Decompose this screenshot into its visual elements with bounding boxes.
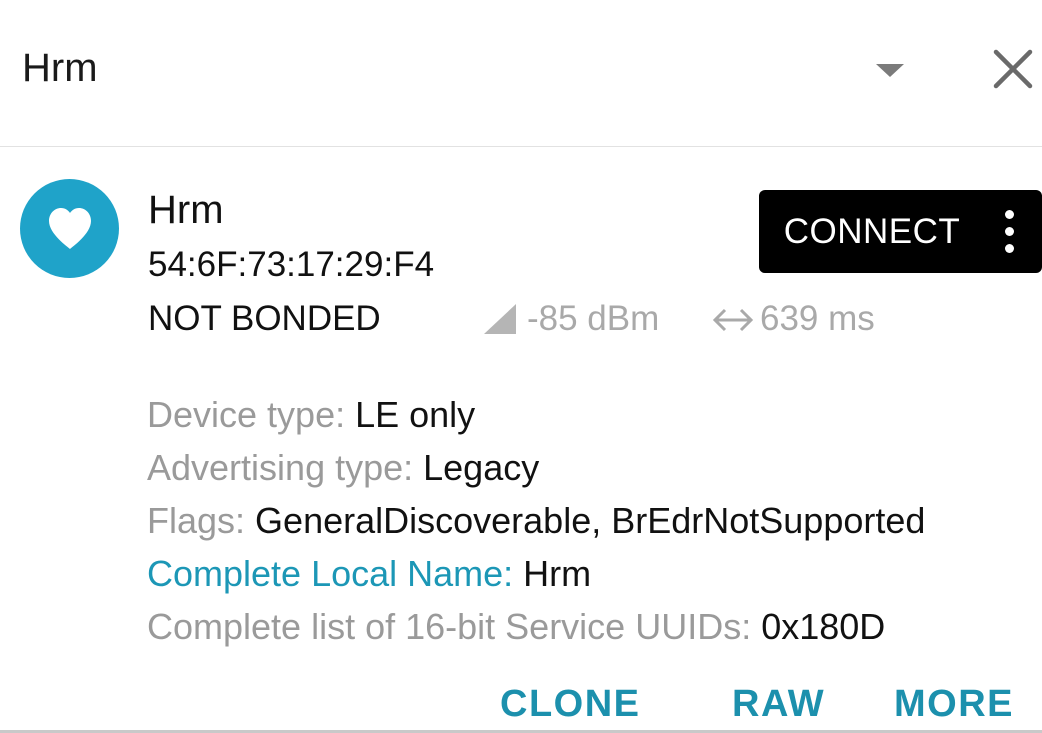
detail-value: Legacy (423, 447, 540, 488)
connect-button-group: CONNECT (759, 190, 1042, 273)
detail-value: GeneralDiscoverable, BrEdrNotSupported (255, 500, 926, 541)
detail-device-type: Device type: LE only (147, 388, 1042, 441)
detail-label: Flags: (147, 500, 256, 541)
signal-strength-icon (484, 304, 516, 334)
heart-icon (49, 208, 91, 249)
detail-label: Complete list of 16-bit Service UUIDs: (147, 606, 762, 647)
rssi-value: -85 dBm (527, 299, 660, 338)
arrow-drop-down-icon[interactable] (872, 60, 908, 80)
top-bar: Hrm (0, 0, 1042, 147)
raw-button[interactable]: RAW (732, 680, 825, 728)
device-address: 54:6F:73:17:29:F4 (148, 245, 435, 284)
close-icon[interactable] (990, 46, 1036, 92)
detail-label: Device type: (147, 394, 356, 435)
detail-advertising-type: Advertising type: Legacy (147, 441, 1042, 494)
page-title: Hrm (22, 46, 98, 90)
detail-flags: Flags: GeneralDiscoverable, BrEdrNotSupp… (147, 494, 1042, 547)
clone-button[interactable]: CLONE (500, 680, 641, 728)
detail-label: Advertising type: (147, 447, 424, 488)
device-name: Hrm (148, 188, 224, 232)
connect-button[interactable]: CONNECT (759, 190, 985, 273)
detail-complete-local-name[interactable]: Complete Local Name: Hrm (147, 547, 1042, 600)
detail-value: LE only (355, 394, 476, 435)
advertising-details: Device type: LE only Advertising type: L… (147, 388, 1042, 653)
detail-service-uuids: Complete list of 16-bit Service UUIDs: 0… (147, 600, 1042, 653)
device-avatar (20, 179, 119, 278)
interval-arrows-icon (712, 308, 754, 332)
detail-label-link[interactable]: Complete Local Name: (147, 553, 523, 594)
detail-value: Hrm (523, 553, 592, 594)
bond-state: NOT BONDED (148, 299, 381, 338)
more-button[interactable]: MORE (894, 680, 1014, 728)
more-vert-icon[interactable] (989, 206, 1029, 258)
detail-value: 0x180D (761, 606, 886, 647)
advertising-interval: 639 ms (760, 299, 875, 338)
